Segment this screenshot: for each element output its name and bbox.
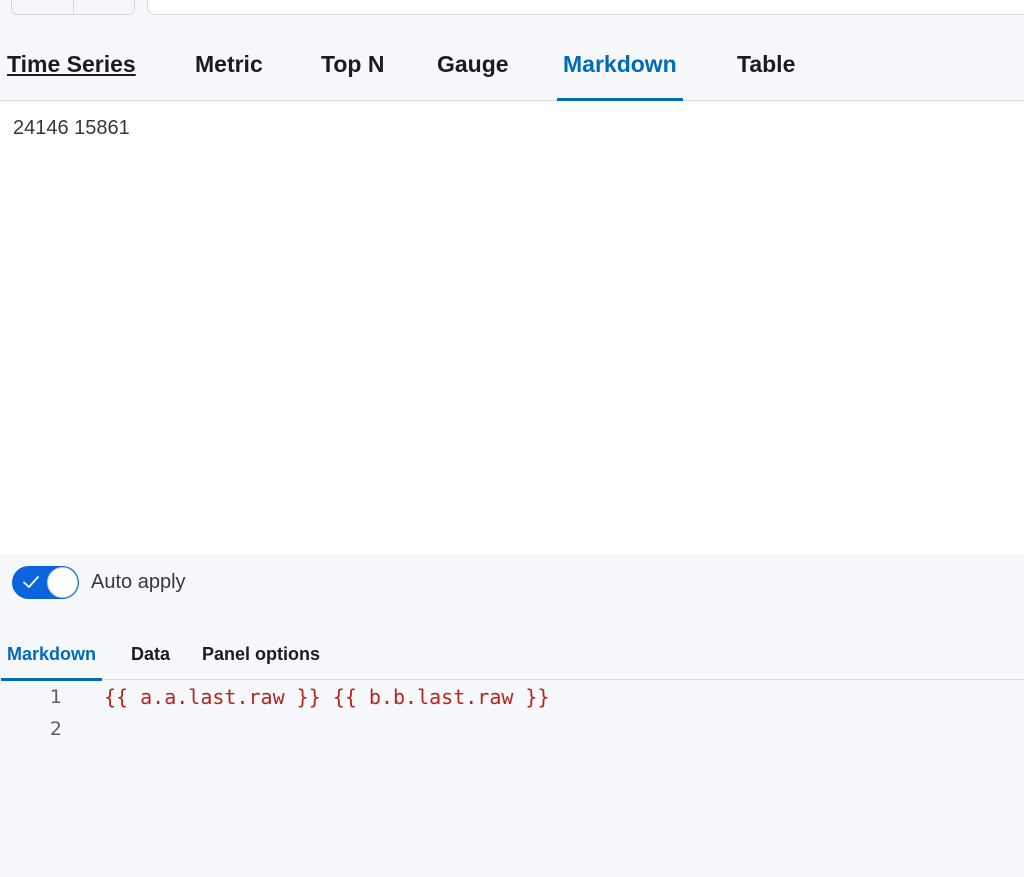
tab-metric[interactable]: Metric <box>195 40 263 101</box>
check-icon <box>23 576 39 588</box>
tab-editor-markdown[interactable]: Markdown <box>0 630 103 681</box>
code-line[interactable]: 1 {{ a.a.last.raw }} {{ b.b.last.raw }} <box>0 681 1024 713</box>
markdown-code-editor[interactable]: 1 {{ a.a.last.raw }} {{ b.b.last.raw }} … <box>0 681 1024 877</box>
toolbar-button-group[interactable] <box>11 0 135 15</box>
auto-apply-control: Auto apply <box>12 566 186 599</box>
toolbar-button-left[interactable] <box>12 0 73 14</box>
tab-markdown[interactable]: Markdown <box>557 40 683 101</box>
tab-table[interactable]: Table <box>737 40 795 101</box>
tab-top-n[interactable]: Top N <box>321 40 384 101</box>
line-number: 2 <box>49 718 62 740</box>
tab-time-series[interactable]: Time Series <box>7 40 136 101</box>
page: Time Series Metric Top N Gauge Markdown … <box>0 0 1024 877</box>
line-number: 1 <box>49 686 62 708</box>
editor-tabs: Markdown Data Panel options <box>0 630 1024 681</box>
markdown-preview-panel: 24146 15861 <box>0 101 1024 554</box>
top-toolbar-fragment <box>0 0 1024 20</box>
toggle-knob <box>47 567 78 598</box>
auto-apply-toggle[interactable] <box>12 566 79 599</box>
markdown-preview-text: 24146 15861 <box>13 117 130 139</box>
line-code[interactable]: {{ a.a.last.raw }} {{ b.b.last.raw }} <box>104 685 550 709</box>
code-line[interactable]: 2 <box>0 713 1024 745</box>
tab-editor-panel-options[interactable]: Panel options <box>202 630 320 680</box>
visualization-type-tabs: Time Series Metric Top N Gauge Markdown … <box>0 40 1024 101</box>
auto-apply-label: Auto apply <box>91 571 186 593</box>
tab-gauge[interactable]: Gauge <box>437 40 509 101</box>
toolbar-button-right[interactable] <box>72 0 135 14</box>
query-bar-fragment[interactable] <box>147 0 1024 15</box>
tab-editor-data[interactable]: Data <box>131 630 170 680</box>
